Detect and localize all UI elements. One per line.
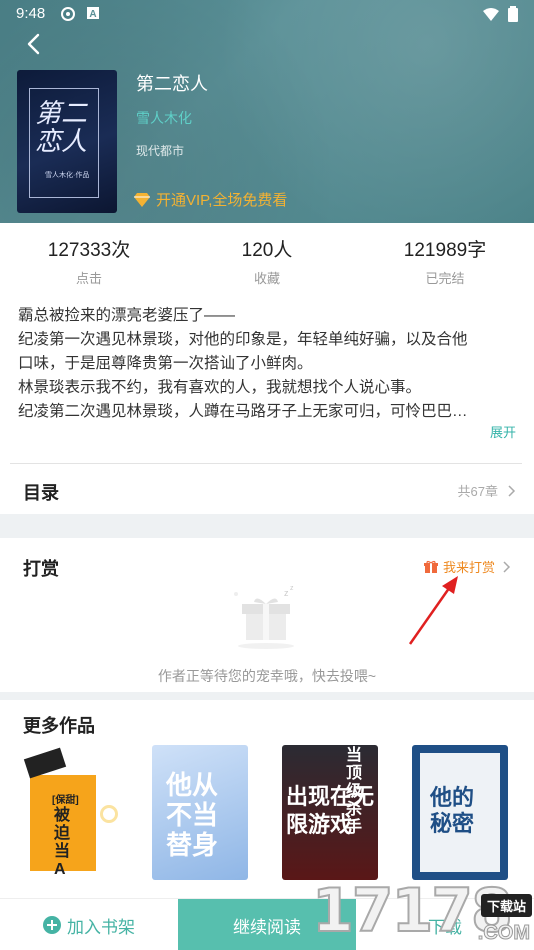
status-time: 9:48 — [16, 5, 46, 22]
download-button[interactable]: 下载 — [356, 899, 534, 950]
stat-favorites: 120人 收藏 — [178, 235, 356, 287]
more-book-cover[interactable]: 当顶级杀手 出现在无限游戏 — [282, 745, 378, 880]
reward-title: 打赏 — [23, 559, 59, 579]
continue-reading-button[interactable]: 继续阅读 — [178, 899, 356, 950]
diamond-icon — [134, 192, 150, 207]
svg-text:z: z — [290, 585, 294, 592]
book-stats: 127333次 点击 120人 收藏 121989字 已完结 — [0, 223, 534, 293]
more-book-cover[interactable]: 他的秘密 — [412, 745, 508, 880]
battery-icon — [508, 6, 518, 27]
chapter-count: 共67章 — [457, 484, 498, 499]
more-works-title: 更多作品 — [23, 716, 95, 736]
cover-subtitle: 雪人木化·作品 — [45, 172, 90, 179]
book-header: 9:48 A 第二恋人 雪人木化·作品 第二恋人 雪人木化 现代都市 开通VIP… — [0, 0, 534, 223]
stat-value: 120人 — [241, 240, 293, 261]
chevron-left-icon — [27, 33, 40, 55]
book-intro: 霸总被捡来的漂亮老婆压了—— 纪凌第一次遇见林景琰，对他的印象是，年轻单纯好骗，… — [18, 304, 518, 424]
cover-tag: [保甜] — [52, 795, 79, 806]
intro-line: 霸总被捡来的漂亮老婆压了—— — [18, 307, 236, 324]
intro-line: 纪凌第二次遇见林景琰，人蹲在马路牙子上无家可归，可怜巴巴… — [18, 403, 468, 420]
stat-value: 121989字 — [403, 240, 487, 261]
book-author[interactable]: 雪人木化 — [136, 108, 192, 128]
stat-label: 收藏 — [253, 271, 280, 286]
section-separator — [0, 692, 534, 700]
annotation-arrow — [408, 576, 458, 645]
cover-title: 第二恋人 — [35, 99, 88, 157]
more-book-cover[interactable]: 他从不当替身 — [152, 745, 248, 880]
more-book-cover[interactable]: [保甜] 被迫当A — [22, 745, 118, 880]
add-to-shelf-button[interactable]: 加入书架 — [0, 899, 178, 950]
wifi-icon — [482, 6, 500, 27]
svg-text:A: A — [89, 9, 96, 20]
divider — [10, 463, 522, 464]
book-cover[interactable]: 第二恋人 雪人木化·作品 — [17, 70, 117, 213]
stat-label: 已完结 — [425, 271, 465, 286]
svg-text:z: z — [284, 588, 289, 598]
chevron-right-icon — [503, 560, 511, 573]
back-button[interactable] — [20, 30, 48, 58]
intro-line: 口味，于是屈尊降贵第一次搭讪了小鲜肉。 — [18, 355, 313, 372]
vip-promo[interactable]: 开通VIP,全场免费看 — [134, 189, 287, 210]
cover-art — [23, 747, 67, 779]
app-a-icon: A — [86, 6, 100, 25]
cover-text: 他从不当替身 — [166, 771, 219, 861]
download-label: 下载 — [428, 917, 462, 937]
plus-circle-icon — [43, 916, 61, 934]
cover-text: 被迫当A — [54, 807, 71, 878]
cover-art — [100, 805, 118, 823]
section-separator — [0, 514, 534, 538]
cover-text: 出现在无限游戏 — [286, 784, 375, 837]
add-to-shelf-label: 加入书架 — [67, 917, 135, 937]
reward-empty-message: 作者正等待您的宠幸哦，快去投喂~ — [157, 668, 377, 684]
chevron-right-icon — [508, 484, 516, 497]
empty-gift-icon: z z — [234, 585, 294, 649]
intro-line: 纪凌第一次遇见林景琰，对他的印象是，年轻单纯好骗，以及合他 — [18, 331, 468, 348]
more-works-list: [保甜] 被迫当A 他从不当替身 当顶级杀手 出现在无限游戏 他的秘密 — [22, 745, 522, 880]
catalog-title[interactable]: 目录 — [23, 479, 59, 505]
stat-words: 121989字 已完结 — [356, 235, 534, 287]
stat-value: 127333次 — [47, 240, 131, 261]
cover-text: 他的秘密 — [430, 785, 475, 837]
book-genre: 现代都市 — [136, 144, 185, 158]
app-notification-icon — [60, 6, 76, 27]
book-title: 第二恋人 — [136, 74, 208, 94]
intro-line: 林景琰表示我不约，我有喜欢的人，我就想找个人说心事。 — [18, 379, 422, 396]
expand-intro-button[interactable]: 展开 — [490, 422, 516, 441]
status-bar: 9:48 A — [0, 0, 534, 28]
catalog-link[interactable]: 共67章 — [458, 481, 518, 500]
stat-clicks: 127333次 点击 — [0, 235, 178, 287]
vip-promo-label: 开通VIP,全场免费看 — [156, 192, 288, 209]
bottom-action-bar: 加入书架 继续阅读 下载 — [0, 898, 534, 950]
stat-label: 点击 — [75, 271, 102, 286]
